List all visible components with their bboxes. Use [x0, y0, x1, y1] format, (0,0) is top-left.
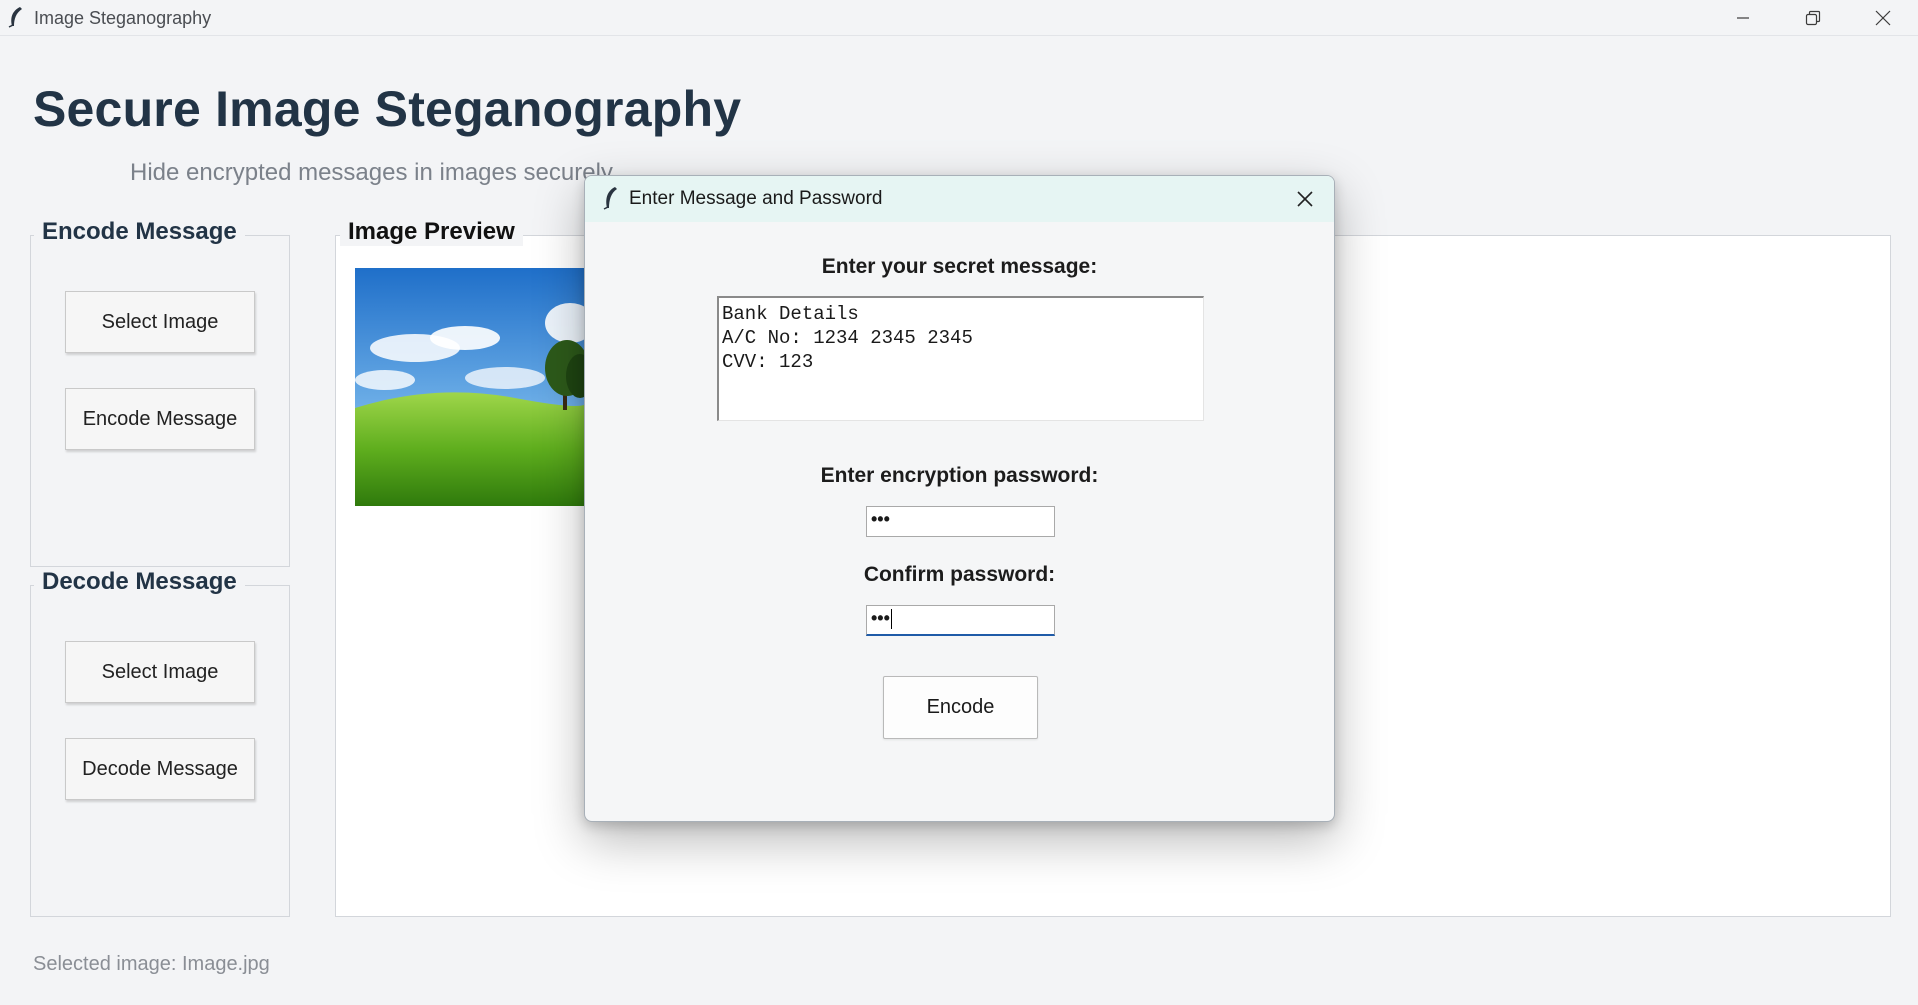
message-label: Enter your secret message: [821, 255, 1098, 278]
dialog-titlebar: Enter Message and Password [585, 176, 1334, 222]
feather-icon [8, 7, 22, 28]
encode-panel-title: Encode Message [34, 218, 245, 246]
password-label: Enter encryption password: [820, 464, 1099, 487]
status-text: Selected image: Image.jpg [33, 953, 270, 975]
page-subtitle: Hide encrypted messages in images secure… [130, 159, 613, 186]
decode-panel-title: Decode Message [34, 568, 245, 596]
restore-button[interactable] [1782, 0, 1844, 36]
dialog-close-button[interactable] [1291, 185, 1319, 213]
secret-message-textarea[interactable]: Bank Details A/C No: 1234 2345 2345 CVV:… [717, 296, 1204, 421]
minimize-button[interactable] [1712, 0, 1774, 36]
preview-image [355, 268, 585, 506]
page-title: Secure Image Steganography [33, 81, 742, 137]
decode-panel: Decode Message Select Image Decode Messa… [30, 568, 290, 917]
confirm-password-field[interactable]: ••• [866, 605, 1055, 636]
encode-select-image-button[interactable]: Select Image [65, 291, 255, 353]
restore-icon [1805, 10, 1821, 26]
minimize-icon [1737, 17, 1749, 19]
text-caret [890, 609, 892, 630]
confirm-password-label: Confirm password: [863, 563, 1056, 586]
decode-message-button[interactable]: Decode Message [65, 738, 255, 800]
close-icon [1875, 10, 1891, 26]
encode-message-button[interactable]: Encode Message [65, 388, 255, 450]
window-titlebar: Image Steganography [0, 0, 1918, 36]
image-preview-title: Image Preview [340, 218, 523, 246]
close-window-button[interactable] [1852, 0, 1914, 36]
confirm-password-value: ••• [871, 608, 890, 628]
encode-panel: Encode Message Select Image Encode Messa… [30, 218, 290, 567]
window-title: Image Steganography [34, 8, 212, 28]
close-icon [1297, 191, 1313, 207]
dialog-title: Enter Message and Password [629, 188, 883, 209]
password-field[interactable]: ••• [866, 506, 1055, 537]
decode-select-image-button[interactable]: Select Image [65, 641, 255, 703]
password-value: ••• [871, 509, 890, 529]
feather-icon [603, 187, 617, 210]
message-password-dialog: Enter Message and Password Enter your se… [584, 175, 1335, 822]
encode-button[interactable]: Encode [883, 676, 1038, 739]
